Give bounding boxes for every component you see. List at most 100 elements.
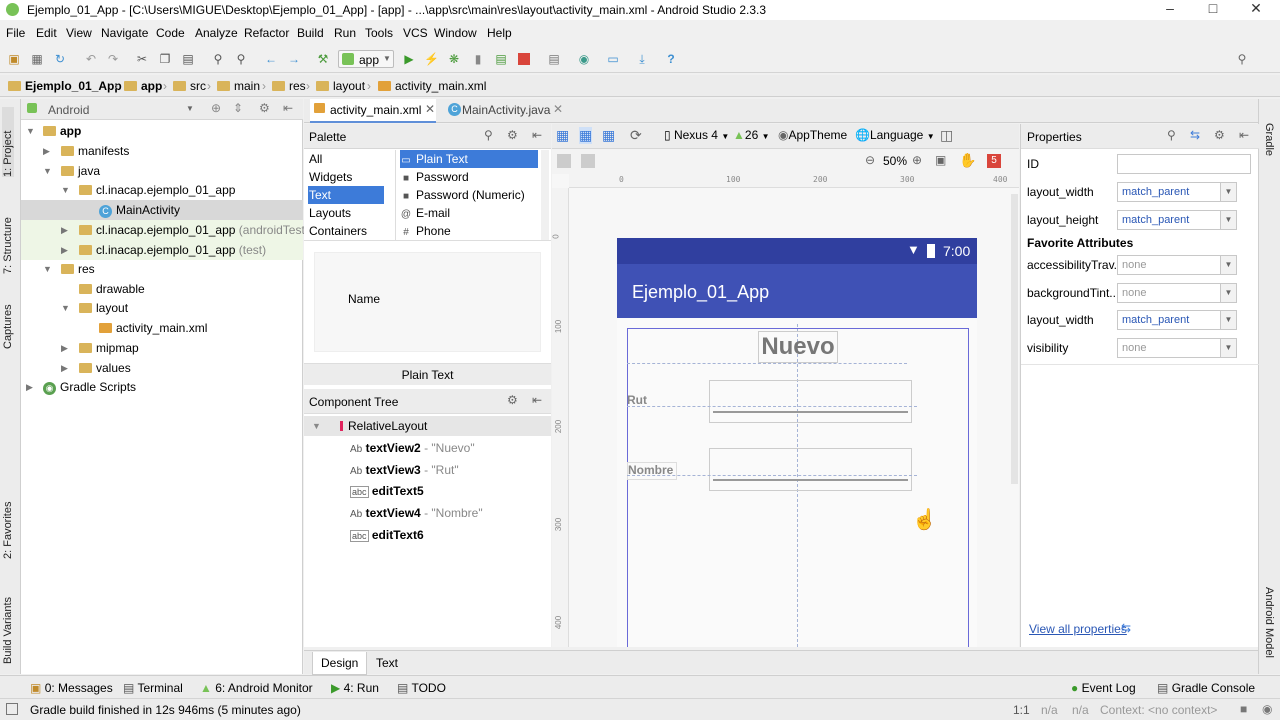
tree-item-edittext5[interactable]: abc editText5 [350, 481, 424, 501]
palette-category-layouts[interactable]: Layouts [308, 204, 384, 222]
make-project-icon[interactable]: ⚒ [316, 52, 330, 66]
run-icon[interactable]: ▶ [402, 52, 416, 66]
menu-refactor[interactable]: Refactor [244, 26, 289, 40]
gear-icon[interactable]: ⚙ [507, 393, 518, 407]
tab-text[interactable]: Text [376, 656, 398, 670]
menu-code[interactable]: Code [156, 26, 185, 40]
breadcrumb-src[interactable]: src [173, 79, 206, 93]
gear-icon[interactable]: ⚙ [1214, 128, 1225, 142]
edittext6[interactable] [709, 448, 912, 491]
both-views-icon[interactable]: ▦ [602, 127, 615, 144]
fav-layout-width-select[interactable]: match_parent ▼ [1117, 310, 1237, 330]
gear-icon[interactable]: ⚙ [259, 101, 270, 115]
tool-android-monitor[interactable]: ▲ 6: Android Monitor [200, 681, 313, 695]
palette-scrollbar[interactable] [541, 150, 549, 240]
palette-category-all[interactable]: All [308, 150, 384, 168]
tree-item-textview4[interactable]: Ab textView4 - "Nombre" [350, 503, 483, 523]
tree-root-relativelayout[interactable]: ▼ RelativeLayout [304, 416, 551, 436]
menu-navigate[interactable]: Navigate [101, 26, 148, 40]
palette-item-password-numeric[interactable]: ■ Password (Numeric) [400, 186, 538, 204]
sync-icon[interactable]: ↻ [53, 52, 67, 66]
tree-item-package-test[interactable]: ▶ cl.inacap.ejemplo_01_app (test) [21, 240, 303, 260]
palette-item-plain-text[interactable]: ▭ Plain Text [400, 150, 538, 168]
hide-icon[interactable]: ⇤ [532, 393, 542, 407]
blueprint-view-icon[interactable]: ▦ [579, 127, 593, 144]
textview-nombre[interactable]: Nombre [627, 462, 677, 480]
run-config-select[interactable]: app ▼ [338, 50, 394, 68]
menu-file[interactable]: File [6, 26, 25, 40]
project-view-mode[interactable]: Android [48, 103, 89, 117]
textview-nuevo[interactable]: Nuevo [758, 331, 838, 363]
copy-icon[interactable]: ❐ [158, 52, 172, 66]
fav-backgroundtint-select[interactable]: none ▼ [1117, 283, 1237, 303]
palette-category-containers[interactable]: Containers [308, 222, 384, 240]
device-select[interactable]: ▯ Nexus 4 ▼ [664, 128, 729, 142]
forward-icon[interactable]: → [287, 52, 301, 66]
close-tab-icon[interactable]: ✕ [553, 102, 563, 116]
theme-select[interactable]: ◉AppTheme [778, 128, 847, 142]
tool-gradle-console[interactable]: ▤ Gradle Console [1157, 681, 1255, 695]
menu-help[interactable]: Help [487, 26, 512, 40]
sdk-manager-icon[interactable]: ⤓ [635, 52, 649, 66]
pan-hand-icon[interactable]: ✋ [959, 152, 976, 169]
warnings-badge[interactable]: 5 [987, 154, 1001, 168]
api-select[interactable]: ▲26 ▼ [733, 128, 770, 142]
help-icon[interactable]: ? [664, 52, 678, 66]
tool-terminal[interactable]: ▤ Terminal [123, 681, 183, 695]
menu-run[interactable]: Run [334, 26, 356, 40]
open-folder-icon[interactable]: ▣ [7, 52, 21, 66]
hide-icon[interactable]: ⇤ [532, 128, 542, 142]
zoom-in-icon[interactable]: ⊕ [912, 153, 922, 167]
device-monitor-icon[interactable]: ▤ [547, 52, 561, 66]
gradle-sync-icon[interactable]: ◉ [577, 52, 591, 66]
search-icon[interactable]: ⚲ [484, 128, 493, 142]
tab-project[interactable]: 1: Project [2, 107, 14, 177]
redo-icon[interactable]: ↷ [106, 52, 120, 66]
breadcrumb-main[interactable]: main [217, 79, 260, 93]
menu-build[interactable]: Build [297, 26, 324, 40]
close-tab-icon[interactable]: ✕ [425, 102, 435, 116]
palette-item-email[interactable]: @ E-mail [400, 204, 538, 222]
maximize-button[interactable]: □ [1191, 0, 1235, 18]
menu-vcs[interactable]: VCS [403, 26, 428, 40]
apply-changes-icon[interactable]: ⚡ [424, 52, 439, 66]
menu-tools[interactable]: Tools [365, 26, 393, 40]
design-canvas[interactable]: 0 100 200 300 400 0 100 200 300 400 ▼ 7:… [552, 174, 1019, 647]
orientation-icon[interactable]: ⟳ [630, 127, 642, 144]
menu-view[interactable]: View [66, 26, 92, 40]
menu-analyze[interactable]: Analyze [195, 26, 238, 40]
search-icon[interactable]: ⚲ [1235, 52, 1249, 66]
cut-icon[interactable]: ✂ [135, 52, 149, 66]
breadcrumb-file[interactable]: activity_main.xml [378, 79, 486, 93]
layout-variants-icon[interactable]: ◫ [940, 127, 953, 144]
tab-captures[interactable]: Captures [2, 289, 14, 349]
tab-activity-main[interactable]: activity_main.xml ✕ [310, 99, 436, 123]
tree-item-drawable[interactable]: drawable [21, 279, 303, 299]
tool-todo[interactable]: ▤ TODO [397, 681, 446, 695]
replace-icon[interactable]: ⚲ [234, 52, 248, 66]
zoom-fit-icon[interactable]: ▣ [935, 153, 946, 167]
tool-event-log[interactable]: ● Event Log [1071, 681, 1136, 695]
profile-icon[interactable]: ▮ [471, 52, 485, 66]
tree-item-layout[interactable]: ▼ layout [21, 298, 303, 318]
line-separator-status[interactable]: n/a [1041, 703, 1058, 717]
breadcrumb-layout[interactable]: layout [316, 79, 365, 93]
tab-android-model[interactable]: Android Model [1263, 587, 1275, 667]
view-all-properties-link[interactable]: View all properties [1029, 622, 1127, 636]
tab-gradle[interactable]: Gradle [1263, 123, 1275, 173]
tree-item-textview2[interactable]: Ab textView2 - "Nuevo" [350, 438, 475, 458]
tree-item-java[interactable]: ▼ java [21, 161, 303, 181]
stop-icon[interactable] [518, 53, 530, 65]
tree-item-gradle-scripts[interactable]: ▶ ◉ Gradle Scripts [21, 377, 303, 397]
tree-item-mipmap[interactable]: ▶ mipmap [21, 338, 303, 358]
tab-structure[interactable]: 7: Structure [2, 194, 14, 274]
canvas-scrollbar[interactable] [1011, 194, 1018, 484]
tree-item-activity-main[interactable]: activity_main.xml [21, 318, 303, 338]
tree-item-app[interactable]: ▼ app [21, 121, 303, 141]
edittext5[interactable] [709, 380, 912, 423]
textview-rut[interactable]: Rut [627, 393, 649, 411]
chevron-down-icon[interactable]: ▼ [186, 104, 194, 113]
attach-debugger-icon[interactable]: ▤ [494, 52, 508, 66]
palette-item-phone[interactable]: # Phone [400, 222, 538, 240]
tree-item-textview3[interactable]: Ab textView3 - "Rut" [350, 460, 459, 480]
